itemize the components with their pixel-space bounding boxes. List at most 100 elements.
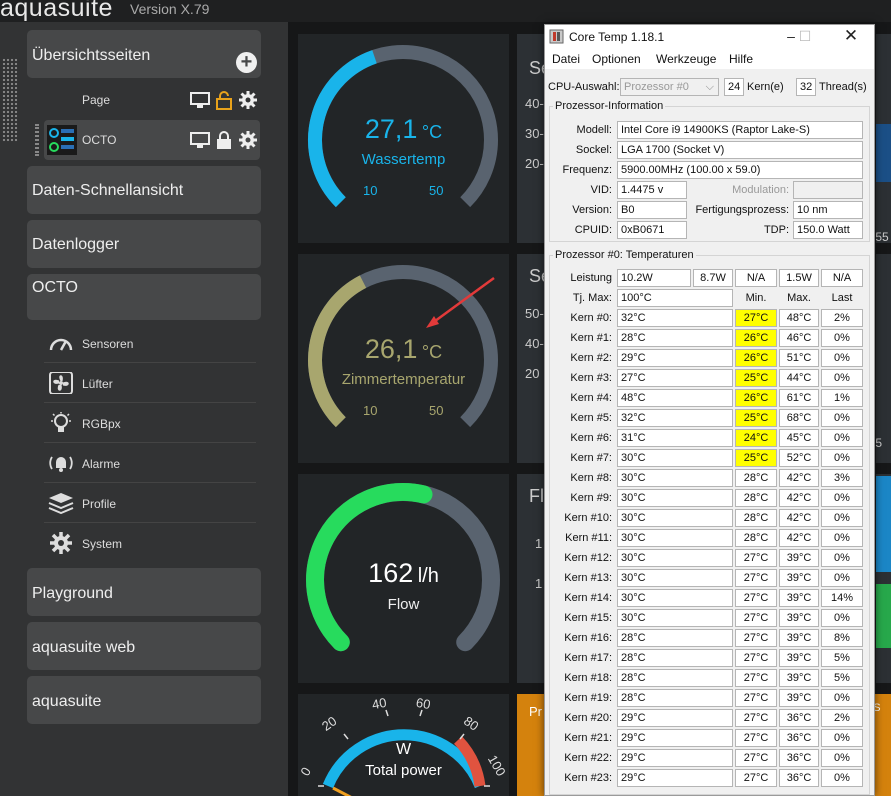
core-temp: 29°C xyxy=(617,709,733,727)
core-name: Kern #2: xyxy=(570,352,612,364)
menu-file[interactable]: Datei xyxy=(552,52,580,66)
core-load: 0% xyxy=(821,369,863,387)
maximize-button[interactable]: ☐ xyxy=(796,28,814,45)
col-min-header: Min. xyxy=(745,292,767,304)
chevron-down-icon: ⌵ xyxy=(705,81,714,93)
nav-overview[interactable]: Übersichtsseiten + xyxy=(27,30,261,78)
core-name: Kern #11: xyxy=(565,532,612,544)
cut-label: 20- xyxy=(525,156,544,171)
annotation-arrowhead xyxy=(426,316,439,328)
room-temp-min: 10 xyxy=(363,403,378,418)
monitor-icon[interactable] xyxy=(190,130,210,150)
core-min: 27°C xyxy=(735,749,777,767)
cut-label: 20 xyxy=(525,366,540,381)
core-max: 52°C xyxy=(779,449,819,467)
core-name: Kern #12: xyxy=(564,552,612,564)
cpu-select-dropdown[interactable]: Prozessor #0 ⌵ xyxy=(620,78,719,96)
core-name: Kern #23: xyxy=(564,772,612,784)
core-min: 27°C xyxy=(735,689,777,707)
core-load: 0% xyxy=(821,549,863,567)
title-bar[interactable]: Core Temp 1.18.1 – ☐ ✕ xyxy=(545,25,874,49)
col-max-header: Max. xyxy=(787,292,811,304)
core-min: 25°C xyxy=(735,449,777,467)
nav-octo[interactable]: OCTO xyxy=(27,274,261,320)
sidebar-item-rgbpx[interactable]: RGBpx xyxy=(44,403,256,443)
page-item[interactable]: Page xyxy=(44,80,260,120)
core-min: 26°C xyxy=(735,389,777,407)
nav-aquasuite[interactable]: aquasuite xyxy=(27,676,261,724)
gear-icon[interactable] xyxy=(238,130,258,150)
core-load: 0% xyxy=(821,569,863,587)
core-temp: 29°C xyxy=(617,749,733,767)
core-name: Kern #16: xyxy=(564,632,612,644)
core-load: 8% xyxy=(821,629,863,647)
flow-panel: 162 l/h Flow xyxy=(298,474,509,683)
menu-options[interactable]: Optionen xyxy=(592,52,641,66)
drag-handle-dots[interactable] xyxy=(2,58,18,142)
modulation-label: Modulation: xyxy=(732,184,789,196)
core-name: Kern #3: xyxy=(570,372,612,384)
core-temp: 28°C xyxy=(617,649,733,667)
sidebar-item-alarms[interactable]: Alarme xyxy=(44,443,256,483)
nav-playground-label: Playground xyxy=(32,585,113,602)
drag-handle[interactable] xyxy=(35,124,39,156)
menu-tools[interactable]: Werkzeuge xyxy=(656,52,716,66)
core-max: 42°C xyxy=(779,469,819,487)
nav-datalogger-label: Datenlogger xyxy=(32,236,120,253)
core-load: 3% xyxy=(821,469,863,487)
power-gt: 1.5W xyxy=(779,269,819,287)
monitor-icon[interactable] xyxy=(190,90,210,110)
flow-value: 162 xyxy=(368,558,414,588)
sidebar-item-sensors[interactable]: Sensoren xyxy=(44,323,256,363)
core-min: 26°C xyxy=(735,349,777,367)
core-temp: 29°C xyxy=(617,769,733,787)
core-max: 39°C xyxy=(779,589,819,607)
menu-help[interactable]: Hilfe xyxy=(729,52,753,66)
modulation-value xyxy=(793,181,863,199)
power-cores: 8.7W xyxy=(693,269,733,287)
core-name: Kern #13: xyxy=(564,572,612,584)
add-icon[interactable]: + xyxy=(236,52,257,73)
cut-label: 40- xyxy=(525,96,544,111)
sidebar-item-system[interactable]: System xyxy=(44,523,256,563)
power-tick-60: 60 xyxy=(414,694,432,713)
right-sliver-2: :5 xyxy=(872,254,891,463)
lock-icon[interactable] xyxy=(214,130,234,150)
core-min: 27°C xyxy=(735,589,777,607)
core-load: 0% xyxy=(821,509,863,527)
water-temp-value: 27,1 xyxy=(364,114,418,144)
tdp-label: TDP: xyxy=(763,224,789,236)
core-load: 0% xyxy=(821,349,863,367)
core-min: 27°C xyxy=(735,629,777,647)
nav-aquasuite-web[interactable]: aquasuite web xyxy=(27,622,261,670)
gear-icon xyxy=(50,532,72,554)
core-load: 0% xyxy=(821,429,863,447)
sidebar-item-label: Lüfter xyxy=(82,377,113,391)
core-load: 0% xyxy=(821,529,863,547)
sidebar-item-fans[interactable]: Lüfter xyxy=(44,363,256,403)
room-temp-value-row: 26,1 °C xyxy=(298,334,509,365)
core-min: 27°C xyxy=(735,609,777,627)
core-max: 48°C xyxy=(779,309,819,327)
octo-page-item[interactable]: OCTO xyxy=(44,120,260,160)
core-name: Kern #5: xyxy=(570,412,612,424)
water-temp-min: 10 xyxy=(363,183,378,198)
lock-open-icon[interactable] xyxy=(214,90,234,110)
nav-datalogger[interactable]: Datenlogger xyxy=(27,220,261,268)
nav-quick-view[interactable]: Daten-Schnellansicht xyxy=(27,166,261,214)
core-temp: 30°C xyxy=(617,569,733,587)
nav-playground[interactable]: Playground xyxy=(27,568,261,616)
core-max: 36°C xyxy=(779,729,819,747)
frequency-label: Frequenz: xyxy=(562,164,612,176)
close-button[interactable]: ✕ xyxy=(842,26,860,46)
core-max: 45°C xyxy=(779,429,819,447)
core-temp: 30°C xyxy=(617,529,733,547)
sidebar-item-label: Alarme xyxy=(82,457,121,471)
temperatures-group-label: Prozessor #0: Temperaturen xyxy=(553,249,696,261)
core-min: 27°C xyxy=(735,769,777,787)
core-min: 28°C xyxy=(735,469,777,487)
core-load: 5% xyxy=(821,649,863,667)
sidebar-item-profile[interactable]: Profile xyxy=(44,483,256,523)
coretemp-window: Core Temp 1.18.1 – ☐ ✕ Datei Optionen We… xyxy=(544,24,875,796)
gear-icon[interactable] xyxy=(238,90,258,110)
